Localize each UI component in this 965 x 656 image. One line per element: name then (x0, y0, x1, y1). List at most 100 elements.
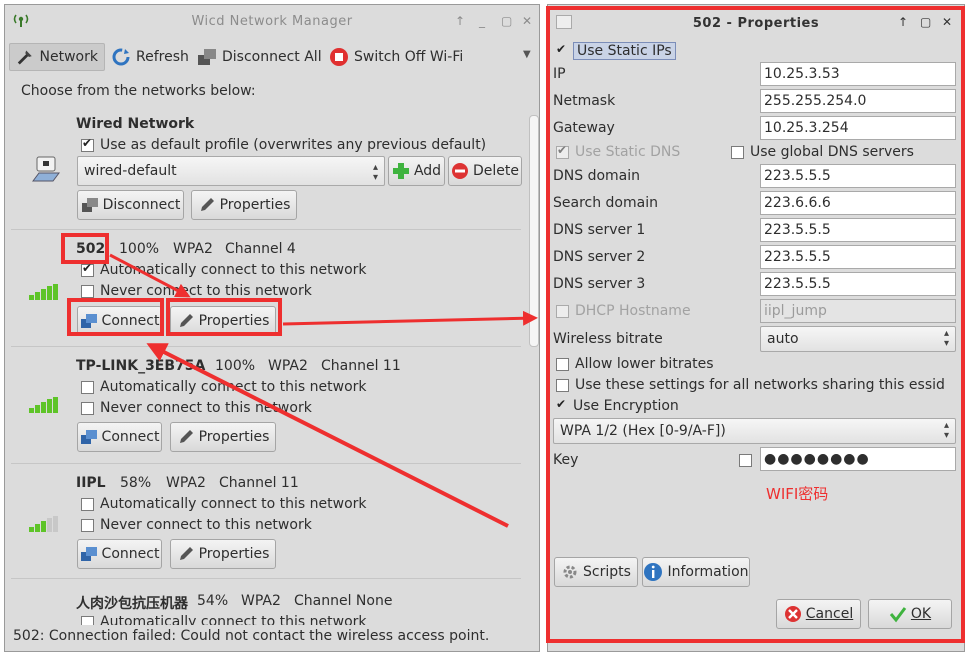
refresh-label: Refresh (136, 49, 189, 65)
connect-label: Connect (101, 429, 160, 445)
auto-connect-check[interactable] (81, 380, 94, 394)
never-connect-label: Never connect to this network (100, 517, 312, 533)
network-channel: Channel None (294, 593, 393, 609)
network-entry-4: 人肉沙包抗压机器 54% WPA2 Channel None Automatic… (11, 579, 521, 625)
close-icon[interactable]: ✕ (522, 14, 532, 28)
properties-button[interactable]: Properties (170, 422, 276, 452)
wicd-toolbar: Network Refresh Disconnect All Switch Of… (9, 37, 535, 75)
auto-connect-checkbox[interactable]: Automatically connect to this network (81, 379, 367, 395)
toolbar-overflow-icon[interactable]: ▼ (523, 49, 531, 60)
switch-off-wifi-button[interactable]: Switch Off Wi-Fi (329, 43, 463, 71)
network-encryption: WPA2 (268, 358, 308, 374)
keep-above-icon[interactable]: ↑ (455, 14, 465, 28)
stop-icon (330, 48, 348, 66)
network-icon (17, 50, 32, 65)
network-label: Network (39, 49, 98, 65)
never-connect-label: Never connect to this network (100, 400, 312, 416)
wired-network-name: Wired Network (76, 116, 195, 132)
connect-label: Connect (101, 546, 160, 562)
wired-network-entry: Wired Network Use as default profile (ov… (11, 109, 522, 230)
spin-arrows-icon: ▴ ▾ (372, 162, 378, 183)
refresh-icon (112, 48, 130, 66)
network-strength: 58% (120, 475, 152, 491)
maximize-icon[interactable]: ▢ (501, 14, 512, 28)
disconnect-all-label: Disconnect All (222, 49, 322, 65)
network-encryption: WPA2 (173, 241, 213, 257)
network-entry-iipl: IIPL 58% WPA2 Channel 11 Automatically c… (11, 464, 521, 579)
disconnect-all-button[interactable]: Disconnect All (197, 43, 322, 71)
add-label: Add (413, 163, 442, 179)
wired-disconnect-button[interactable]: Disconnect (77, 190, 184, 220)
wired-properties-button[interactable]: Properties (191, 190, 297, 220)
network-strength: 100% (215, 358, 256, 374)
wired-profile-value: wired-default (84, 163, 177, 179)
properties-label: Properties (198, 546, 270, 562)
delete-profile-button[interactable]: Delete (448, 156, 522, 186)
highlight-properties-window (546, 6, 965, 643)
never-connect-checkbox[interactable]: Never connect to this network (81, 283, 312, 299)
connect-icon (80, 430, 97, 444)
minimize-icon[interactable]: _ (479, 14, 485, 28)
auto-connect-label: Automatically connect to this network (100, 496, 367, 512)
wired-profile-select[interactable]: wired-default ▴ ▾ (77, 156, 385, 186)
wicd-titlebar: Wicd Network Manager ↑ _ ▢ ✕ (5, 5, 539, 37)
switch-off-wifi-label: Switch Off Wi-Fi (354, 49, 464, 65)
network-entry-tplink: TP-LINK_3EB75A 100% WPA2 Channel 11 Auto… (11, 347, 521, 464)
default-profile-label: Use as default profile (overwrites any p… (100, 137, 487, 153)
never-connect-check[interactable] (81, 284, 94, 298)
never-connect-check[interactable] (81, 401, 94, 415)
auto-connect-check[interactable] (81, 261, 94, 277)
network-encryption: WPA2 (241, 593, 281, 609)
signal-strength-icon (29, 516, 63, 532)
network-name: TP-LINK_3EB75A (76, 358, 206, 374)
auto-connect-checkbox[interactable]: Automatically connect to this network (81, 261, 367, 278)
auto-connect-label: Automatically connect to this network (100, 262, 367, 278)
highlight-502-name (61, 233, 109, 264)
auto-connect-checkbox[interactable]: Automatically connect to this network (81, 614, 367, 625)
highlight-properties-button (166, 298, 282, 336)
connect-icon (80, 547, 97, 561)
wired-icon (32, 156, 60, 182)
auto-connect-label: Automatically connect to this network (100, 614, 367, 625)
signal-strength-icon (29, 284, 63, 300)
choose-label: Choose from the networks below: (21, 83, 256, 99)
add-profile-button[interactable]: Add (388, 156, 445, 186)
pencil-icon (179, 547, 193, 560)
network-strength: 54% (197, 593, 229, 609)
signal-strength-icon (29, 397, 63, 413)
wifi-password-note: WIFI密码 (766, 485, 829, 503)
network-encryption: WPA2 (166, 475, 206, 491)
disconnect-all-icon (198, 49, 216, 65)
network-channel: Channel 4 (225, 241, 296, 257)
default-profile-checkbox[interactable]: Use as default profile (overwrites any p… (81, 136, 487, 153)
never-connect-check[interactable] (81, 518, 94, 532)
never-connect-checkbox[interactable]: Never connect to this network (81, 400, 312, 416)
delete-label: Delete (473, 163, 519, 179)
never-connect-checkbox[interactable]: Never connect to this network (81, 517, 312, 533)
network-channel: Channel 11 (321, 358, 401, 374)
network-channel: Channel 11 (219, 475, 299, 491)
never-connect-label: Never connect to this network (100, 283, 312, 299)
auto-connect-checkbox[interactable]: Automatically connect to this network (81, 496, 367, 512)
properties-button[interactable]: Properties (170, 539, 276, 569)
network-button[interactable]: Network (9, 43, 105, 71)
default-profile-check[interactable] (81, 136, 94, 152)
auto-connect-label: Automatically connect to this network (100, 379, 367, 395)
auto-connect-check[interactable] (81, 615, 94, 625)
status-bar: 502: Connection failed: Could not contac… (13, 628, 490, 644)
refresh-button[interactable]: Refresh (111, 43, 189, 71)
connect-button[interactable]: Connect (77, 539, 162, 569)
pencil-icon (200, 198, 214, 211)
auto-connect-check[interactable] (81, 497, 94, 511)
delete-icon (452, 163, 468, 179)
highlight-connect-button (67, 298, 164, 336)
network-name: IIPL (76, 475, 106, 491)
connect-button[interactable]: Connect (77, 422, 162, 452)
wired-disconnect-label: Disconnect (102, 197, 181, 213)
pencil-icon (179, 430, 193, 443)
plus-icon (392, 163, 409, 179)
properties-label: Properties (198, 429, 270, 445)
disconnect-icon (81, 198, 98, 212)
network-name: 人肉沙包抗压机器 (76, 596, 188, 612)
networks-scrollbar[interactable] (529, 115, 539, 347)
